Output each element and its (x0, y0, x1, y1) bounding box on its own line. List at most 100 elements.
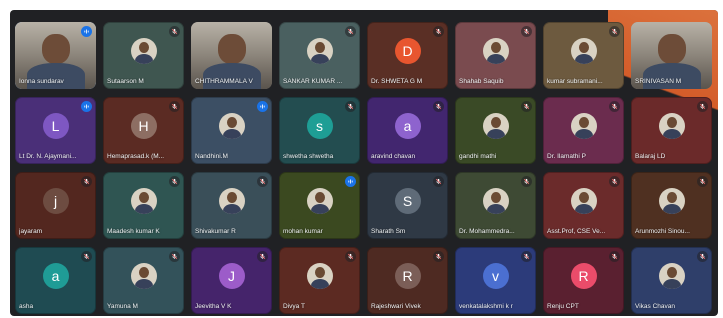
participant-tile[interactable]: mohan kumar (279, 172, 360, 239)
participant-tile[interactable]: Sutaarson M (103, 22, 184, 89)
avatar-initial: a (394, 113, 421, 140)
participant-tile[interactable]: gandhi mathi (455, 97, 536, 164)
participant-name: kumar subramani... (547, 78, 603, 85)
participant-tile[interactable]: Dr. Mohammedra... (455, 172, 536, 239)
avatar-initial: H (130, 113, 157, 140)
profile-photo (130, 38, 157, 65)
avatar-initial: s (306, 113, 333, 140)
participant-tile[interactable]: Dr. Ilamathi P (543, 97, 624, 164)
profile-photo (130, 263, 157, 290)
mic-off-icon (433, 251, 444, 262)
participant-tile[interactable]: D Dr. SHWETA G M (367, 22, 448, 89)
participant-tile[interactable]: j jayaram (15, 172, 96, 239)
participant-tile[interactable]: Arunmozhi Sinou... (631, 172, 712, 239)
participant-name: Renju CPT (547, 303, 579, 310)
participant-tile[interactable]: a asha (15, 247, 96, 314)
participant-tile[interactable]: Yamuna M (103, 247, 184, 314)
participant-name: Sutaarson M (107, 78, 144, 85)
profile-photo (658, 113, 685, 140)
participant-tile[interactable]: a aravind chavan (367, 97, 448, 164)
avatar-initial: D (394, 38, 421, 65)
participant-tile[interactable]: kumar subramani... (543, 22, 624, 89)
mic-off-icon (609, 26, 620, 37)
mic-off-icon (433, 26, 444, 37)
participant-name: Jeevitha V K (195, 303, 232, 310)
profile-photo (482, 113, 509, 140)
profile-photo (482, 188, 509, 215)
mic-off-icon (345, 101, 356, 112)
mic-off-icon (169, 176, 180, 187)
participant-name: venkatalakshmi k r (459, 303, 513, 310)
participant-tile[interactable]: SRINIVASAN M (631, 22, 712, 89)
participant-tile[interactable]: s shwetha shwetha (279, 97, 360, 164)
participant-tile[interactable]: J Jeevitha V K (191, 247, 272, 314)
profile-photo (658, 188, 685, 215)
participant-tile[interactable]: v venkatalakshmi k r (455, 247, 536, 314)
participant-name: Arunmozhi Sinou... (635, 228, 690, 235)
mic-off-icon (609, 176, 620, 187)
mic-off-icon (345, 251, 356, 262)
avatar-initial: L (42, 113, 69, 140)
profile-photo (570, 38, 597, 65)
participant-name: Vikas Chavan (635, 303, 675, 310)
participant-tile[interactable]: Divya T (279, 247, 360, 314)
participant-name: Nandhini.M (195, 153, 228, 160)
participant-name: SANKAR KUMAR ... (283, 78, 343, 85)
profile-photo (218, 188, 245, 215)
mic-off-icon (257, 251, 268, 262)
participant-tile[interactable]: Asst.Prof, CSE Ve... (543, 172, 624, 239)
participant-name: Dr. Ilamathi P (547, 153, 587, 160)
participant-name: SRINIVASAN M (635, 78, 682, 85)
profile-photo (482, 38, 509, 65)
participant-name: Sharath Sm (371, 228, 406, 235)
mic-off-icon (697, 176, 708, 187)
mic-off-icon (169, 101, 180, 112)
participant-grid: Ionna sundarav Sutaarson M CHITHRAMMALA V S… (15, 22, 712, 314)
mic-off-icon (697, 251, 708, 262)
participant-tile[interactable]: SANKAR KUMAR ... (279, 22, 360, 89)
participant-tile[interactable]: Ionna sundarav (15, 22, 96, 89)
avatar-initial: j (42, 188, 69, 215)
meeting-grid-view: Ionna sundarav Sutaarson M CHITHRAMMALA V S… (10, 10, 718, 316)
participant-name: jayaram (19, 228, 43, 235)
mic-off-icon (609, 251, 620, 262)
speaking-indicator-icon (345, 176, 356, 187)
profile-photo (130, 188, 157, 215)
participant-name: Divya T (283, 303, 305, 310)
participant-tile[interactable]: Balaraj LD (631, 97, 712, 164)
participant-tile[interactable]: S Sharath Sm (367, 172, 448, 239)
profile-photo (218, 113, 245, 140)
mic-off-icon (81, 176, 92, 187)
mic-off-icon (433, 101, 444, 112)
participant-tile[interactable]: L Lt Dr. N. Ajaymani... (15, 97, 96, 164)
participant-name: aravind chavan (371, 153, 416, 160)
participant-tile[interactable]: Nandhini.M (191, 97, 272, 164)
participant-tile[interactable]: Shahab Saquib (455, 22, 536, 89)
avatar-initial: R (570, 263, 597, 290)
avatar-initial: J (218, 263, 245, 290)
participant-tile[interactable]: Shivakumar R (191, 172, 272, 239)
mic-off-icon (521, 251, 532, 262)
participant-tile[interactable]: CHITHRAMMALA V (191, 22, 272, 89)
profile-photo (306, 263, 333, 290)
participant-name: Lt Dr. N. Ajaymani... (19, 153, 77, 160)
participant-tile[interactable]: R Rajeshwari Vivek (367, 247, 448, 314)
participant-name: Yamuna M (107, 303, 138, 310)
participant-tile[interactable]: R Renju CPT (543, 247, 624, 314)
participant-name: Maadesh kumar K (107, 228, 160, 235)
avatar-initial: S (394, 188, 421, 215)
speaking-indicator-icon (81, 101, 92, 112)
profile-photo (306, 188, 333, 215)
speaking-indicator-icon (257, 101, 268, 112)
participant-name: Rajeshwari Vivek (371, 303, 421, 310)
profile-photo (570, 188, 597, 215)
participant-tile[interactable]: H Hemaprasad.k (M... (103, 97, 184, 164)
mic-off-icon (521, 26, 532, 37)
participant-name: Dr. Mohammedra... (459, 228, 515, 235)
participant-tile[interactable]: Maadesh kumar K (103, 172, 184, 239)
participant-tile[interactable]: Vikas Chavan (631, 247, 712, 314)
participant-name: Shahab Saquib (459, 78, 504, 85)
mic-off-icon (433, 176, 444, 187)
avatar-initial: v (482, 263, 509, 290)
profile-photo (658, 263, 685, 290)
